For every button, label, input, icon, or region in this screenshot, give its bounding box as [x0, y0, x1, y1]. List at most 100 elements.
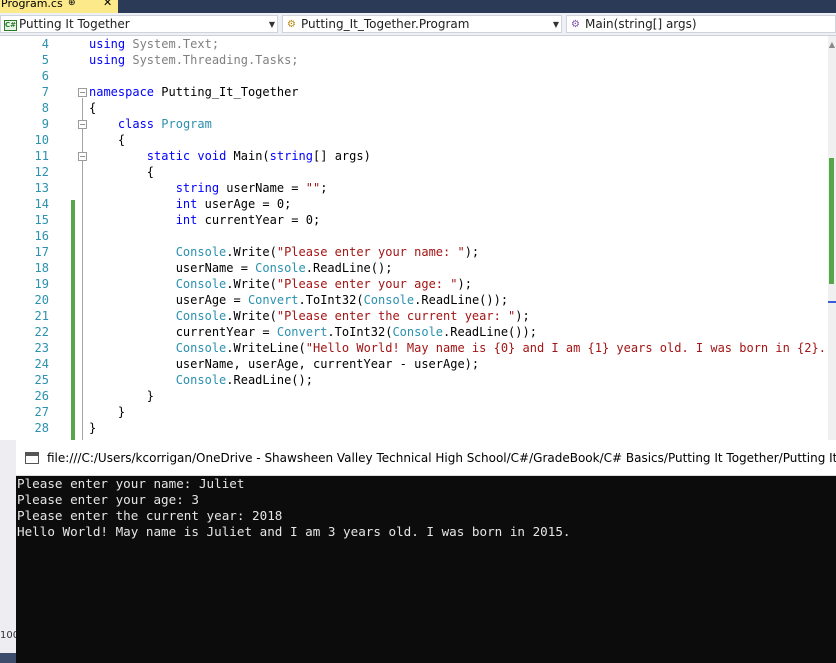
code-line[interactable]: 24 userName, userAge, currentYear - user…: [0, 356, 828, 372]
project-dropdown-label: Putting It Together: [19, 17, 130, 31]
code-text: static void Main(string[] args): [146, 149, 371, 163]
navigation-bar: C# Putting It Together ▼ ⚙ Putting_It_To…: [0, 13, 836, 36]
code-text: string userName = "";: [175, 181, 328, 195]
console-line: Please enter your name: Juliet: [17, 476, 245, 491]
member-dropdown[interactable]: ⚙ Main(string[] args): [566, 15, 836, 33]
code-text: namespace Putting_It_Together: [89, 85, 299, 99]
code-line[interactable]: 18 userName = Console.ReadLine();: [0, 260, 828, 276]
code-text: userName = Console.ReadLine();: [89, 261, 393, 275]
code-text: using System.Threading.Tasks;: [89, 53, 299, 67]
line-number: 24: [34, 357, 49, 371]
vertical-scrollbar[interactable]: ▲: [828, 36, 836, 440]
code-line[interactable]: 20 userAge = Convert.ToInt32(Console.Rea…: [0, 292, 828, 308]
document-tab-title: Program.cs: [1, 0, 63, 10]
line-number: 28: [34, 421, 49, 435]
status-bar-edge: [0, 653, 16, 663]
close-icon[interactable]: ✕: [103, 0, 112, 8]
line-number: 7: [41, 85, 49, 99]
caret-position-marker: [828, 301, 836, 303]
line-number: 15: [34, 213, 49, 227]
code-line[interactable]: 8{: [0, 100, 828, 116]
code-line[interactable]: 16: [0, 228, 828, 244]
class-icon: ⚙: [287, 19, 296, 30]
code-line[interactable]: 9 class Program: [0, 116, 828, 132]
code-line[interactable]: 14 int userAge = 0;: [0, 196, 828, 212]
code-line[interactable]: 15 int currentYear = 0;: [0, 212, 828, 228]
console-line: Please enter your age: 3: [17, 492, 199, 507]
code-line[interactable]: 26 }: [0, 388, 828, 404]
project-dropdown[interactable]: C# Putting It Together ▼: [0, 15, 278, 33]
code-text: class Program: [117, 117, 212, 131]
line-number: 23: [34, 341, 49, 355]
code-text: currentYear = Convert.ToInt32(Console.Re…: [89, 325, 537, 339]
code-line[interactable]: 6: [0, 68, 828, 84]
chevron-down-icon[interactable]: ▼: [553, 16, 559, 32]
console-window[interactable]: file:///C:/Users/kcorrigan/OneDrive - Sh…: [16, 442, 836, 663]
scroll-up-icon[interactable]: ▲: [828, 40, 836, 49]
line-number: 20: [34, 293, 49, 307]
code-line[interactable]: 12 {: [0, 164, 828, 180]
code-line[interactable]: 28}: [0, 420, 828, 436]
line-number: 8: [41, 101, 49, 115]
code-text: Console.Write("Please enter your age: ")…: [175, 277, 472, 291]
class-dropdown[interactable]: ⚙ Putting_It_Together.Program ▼: [282, 15, 562, 33]
console-line: Hello World! May name is Juliet and I am…: [17, 524, 571, 539]
console-line: Please enter the current year: 2018: [17, 508, 283, 523]
line-number: 6: [41, 69, 49, 83]
code-line[interactable]: 27 }: [0, 404, 828, 420]
console-window-icon: [25, 452, 39, 464]
code-text: Console.Write("Please enter your name: "…: [175, 245, 480, 259]
line-number: 22: [34, 325, 49, 339]
class-dropdown-label: Putting_It_Together.Program: [301, 17, 470, 31]
code-text: {: [89, 133, 126, 147]
code-line[interactable]: 10 {: [0, 132, 828, 148]
code-line[interactable]: 25 Console.ReadLine();: [0, 372, 828, 388]
code-line[interactable]: 17 Console.Write("Please enter your name…: [0, 244, 828, 260]
top-bar: Program.cs ⊕ ✕: [0, 0, 836, 13]
console-title-bar[interactable]: file:///C:/Users/kcorrigan/OneDrive - Sh…: [16, 442, 836, 476]
code-text: }: [89, 405, 126, 419]
chevron-down-icon[interactable]: ▼: [269, 16, 275, 32]
code-line[interactable]: 23 Console.WriteLine("Hello World! May n…: [0, 340, 828, 356]
line-number: 10: [34, 133, 49, 147]
pin-icon[interactable]: ⊕: [68, 0, 76, 9]
code-text: {: [89, 101, 97, 115]
code-text: }: [89, 421, 97, 435]
code-editor[interactable]: − − − 4 using System.Text; 5 using System.…: [0, 36, 828, 440]
line-number: 26: [34, 389, 49, 403]
code-text: Console.Write("Please enter the current …: [175, 309, 530, 323]
code-line[interactable]: 5 using System.Threading.Tasks;: [0, 52, 828, 68]
code-line[interactable]: 11 static void Main(string[] args): [0, 148, 828, 164]
line-number: 18: [34, 261, 49, 275]
code-line[interactable]: 7 namespace Putting_It_Together: [0, 84, 828, 100]
line-number: 4: [41, 37, 49, 51]
line-number: 14: [34, 197, 49, 211]
code-line[interactable]: 22 currentYear = Convert.ToInt32(Console…: [0, 324, 828, 340]
code-text: int userAge = 0;: [175, 197, 292, 211]
code-text: Console.WriteLine("Hello World! May name…: [175, 341, 828, 355]
code-text: {: [89, 165, 155, 179]
line-number: 11: [34, 149, 49, 163]
line-number: 27: [34, 405, 49, 419]
line-number: 21: [34, 309, 49, 323]
change-marker: [829, 158, 834, 284]
code-text: userAge = Convert.ToInt32(Console.ReadLi…: [89, 293, 509, 307]
code-line[interactable]: 21 Console.Write("Please enter the curre…: [0, 308, 828, 324]
code-text: }: [89, 389, 155, 403]
line-number: 9: [41, 117, 49, 131]
document-tab[interactable]: Program.cs ⊕ ✕: [0, 0, 118, 13]
line-number: 25: [34, 373, 49, 387]
line-number: 17: [34, 245, 49, 259]
line-number: 5: [41, 53, 49, 67]
code-line[interactable]: 13 string userName = "";: [0, 180, 828, 196]
code-text: userName, userAge, currentYear - userAge…: [89, 357, 480, 371]
console-output[interactable]: Please enter your name: Juliet Please en…: [16, 476, 836, 663]
code-text: int currentYear = 0;: [175, 213, 321, 227]
code-line[interactable]: 4 using System.Text;: [0, 36, 828, 52]
line-number: 13: [34, 181, 49, 195]
console-title: file:///C:/Users/kcorrigan/OneDrive - Sh…: [47, 451, 836, 465]
code-text: using System.Text;: [89, 37, 220, 51]
line-number: 19: [34, 277, 49, 291]
code-line[interactable]: 19 Console.Write("Please enter your age:…: [0, 276, 828, 292]
line-number: 16: [34, 229, 49, 243]
